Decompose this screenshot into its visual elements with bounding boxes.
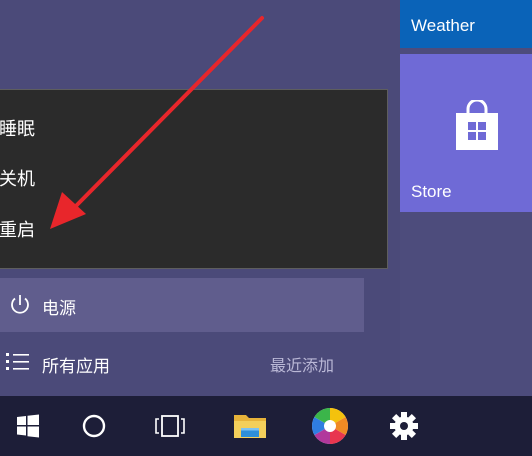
file-explorer-icon (234, 415, 266, 438)
menu-item-sleep[interactable]: 睡眠 (0, 110, 379, 150)
color-wheel-app-icon (311, 408, 349, 444)
weather-tile[interactable]: Weather (400, 0, 532, 48)
power-button[interactable]: 电源 (0, 278, 364, 332)
start-button[interactable] (0, 396, 56, 456)
task-view-button[interactable] (142, 396, 198, 456)
store-tile[interactable]: Store (400, 54, 532, 212)
all-apps-label: 所有应用 (42, 357, 110, 377)
windows-logo-icon (17, 414, 39, 438)
search-circle-icon (82, 414, 106, 438)
search-button[interactable] (66, 396, 122, 456)
power-options-menu: 睡眠 关机 重启 (0, 89, 388, 269)
store-bag-icon (456, 100, 498, 150)
menu-item-restart[interactable]: 重启 (0, 211, 379, 251)
power-icon (11, 295, 29, 314)
file-explorer-button[interactable] (222, 396, 278, 456)
task-view-icon (155, 415, 185, 437)
power-label: 电源 (42, 299, 76, 319)
store-tile-label: Store (411, 182, 452, 201)
all-apps-list-icon (6, 353, 29, 370)
menu-item-shutdown[interactable]: 关机 (0, 160, 379, 200)
recently-added-label: 最近添加 (270, 356, 335, 375)
photos-app-button[interactable] (302, 396, 358, 456)
taskbar (0, 396, 532, 456)
settings-gear-icon (390, 412, 418, 440)
weather-tile-label: Weather (411, 16, 475, 35)
settings-button[interactable] (376, 396, 432, 456)
